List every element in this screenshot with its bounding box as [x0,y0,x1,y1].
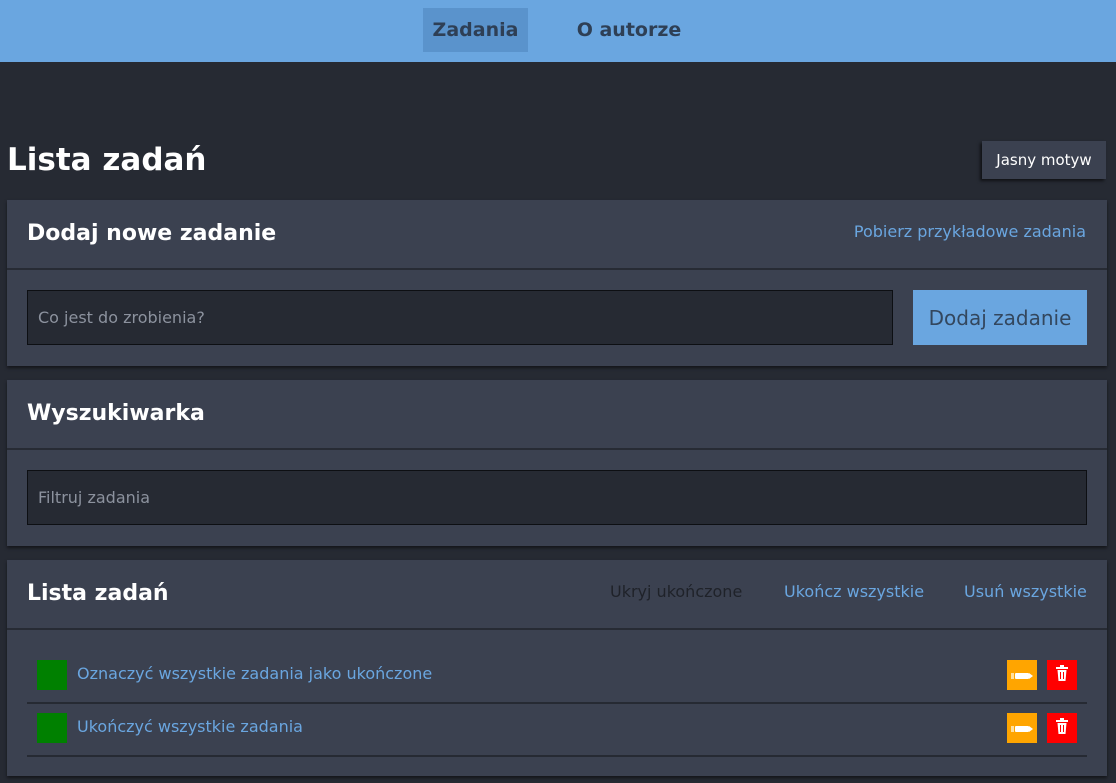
theme-toggle-button[interactable]: Jasny motyw [982,141,1106,179]
fetch-sample-tasks-link[interactable]: Pobierz przykładowe zadania [854,200,1086,264]
task-list-panel: Lista zadań Ukryj ukończone Ukończ wszys… [7,560,1107,776]
nav-tab-zadania[interactable]: Zadania [423,8,528,52]
task-list-panel-header: Lista zadań Ukryj ukończone Ukończ wszys… [7,560,1107,630]
add-task-button[interactable]: Dodaj zadanie [913,290,1087,345]
task-complete-checkbox[interactable] [37,713,67,743]
hide-completed-toggle[interactable]: Ukryj ukończone [610,560,742,624]
trash-icon [1056,665,1068,685]
add-task-title: Dodaj nowe zadanie [27,221,277,246]
delete-all-link[interactable]: Usuń wszystkie [964,560,1087,624]
new-task-input[interactable] [27,290,893,345]
pencil-icon [1011,719,1033,738]
edit-task-button[interactable] [1007,713,1037,743]
task-text[interactable]: Oznaczyć wszystkie zadania jako ukończon… [77,650,432,698]
nav-tab-o-autorze[interactable]: O autorze [569,8,689,52]
task-complete-checkbox[interactable] [37,660,67,690]
search-panel-header: Wyszukiwarka [7,380,1107,450]
pencil-icon [1011,666,1033,685]
search-title: Wyszukiwarka [27,401,205,426]
delete-task-button[interactable] [1047,660,1077,690]
delete-task-button[interactable] [1047,713,1077,743]
task-list-title: Lista zadań [27,581,169,606]
top-navbar: Zadania O autorze [0,0,1116,62]
complete-all-link[interactable]: Ukończ wszystkie [784,560,924,624]
page-title: Lista zadań [7,142,207,178]
filter-tasks-input[interactable] [27,470,1087,525]
search-panel: Wyszukiwarka [7,380,1107,546]
edit-task-button[interactable] [1007,660,1037,690]
task-row: Ukończyć wszystkie zadania [27,703,1087,757]
add-task-panel-header: Dodaj nowe zadanie Pobierz przykładowe z… [7,200,1107,270]
add-task-panel: Dodaj nowe zadanie Pobierz przykładowe z… [7,200,1107,366]
trash-icon [1056,718,1068,738]
task-row: Oznaczyć wszystkie zadania jako ukończon… [27,650,1087,704]
task-text[interactable]: Ukończyć wszystkie zadania [77,703,303,751]
